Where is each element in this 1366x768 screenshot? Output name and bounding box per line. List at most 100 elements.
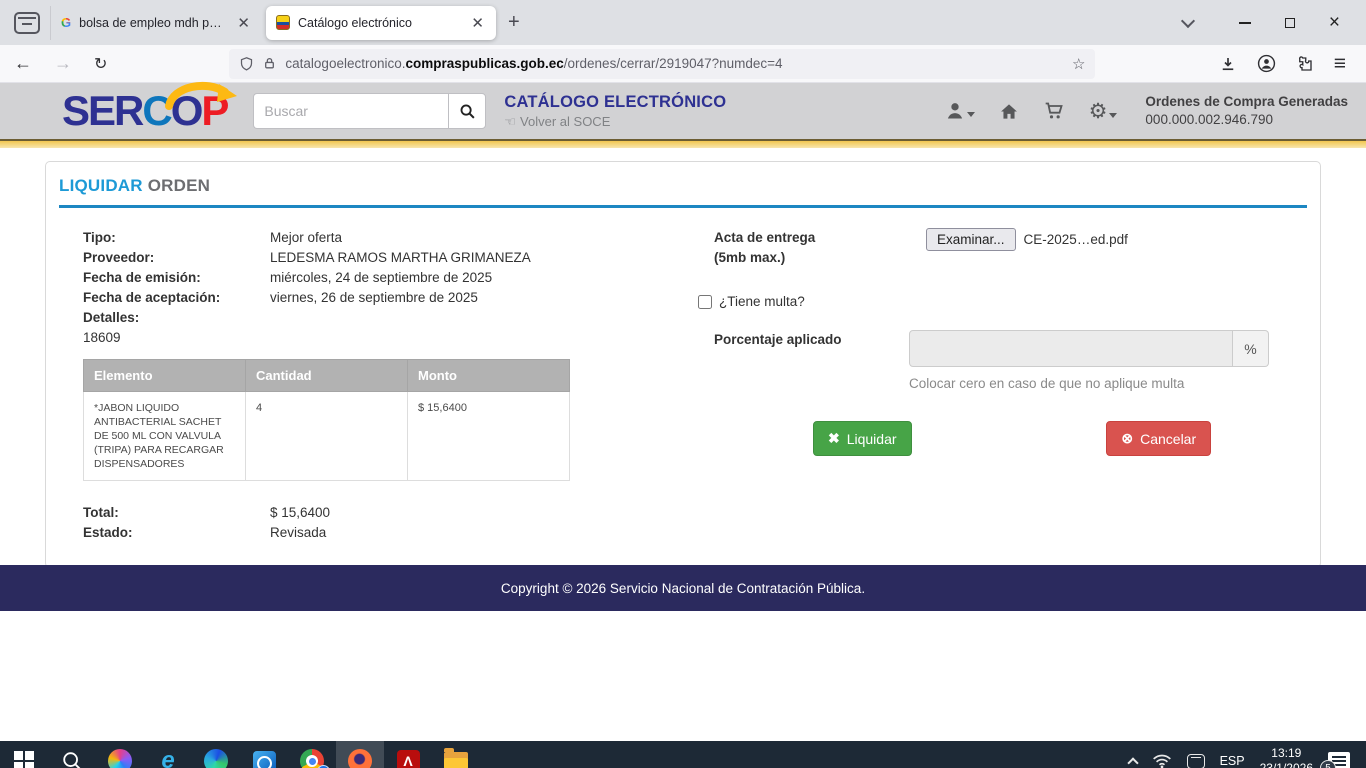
- site-title: CATÁLOGO ELECTRÓNICO: [504, 93, 726, 112]
- porcentaje-label: Porcentaje aplicado: [714, 330, 909, 350]
- language-indicator[interactable]: ESP: [1220, 754, 1245, 768]
- search-icon: [459, 103, 476, 120]
- edge-button[interactable]: [192, 741, 240, 768]
- notification-center-icon[interactable]: 5: [1328, 752, 1350, 768]
- action-buttons: ✖ Liquidar ⊗ Cancelar: [714, 421, 1307, 456]
- cart-icon[interactable]: [1043, 101, 1065, 121]
- tab-title: bolsa de empleo mdh postular: [79, 16, 227, 30]
- tab-close-icon[interactable]: ✕: [235, 14, 252, 32]
- windows-taskbar: e Λ ESP 13:19 23/1/2026 5: [0, 741, 1366, 768]
- shield-icon[interactable]: [239, 56, 254, 72]
- address-bar[interactable]: catalogoelectronico.compraspublicas.gob.…: [229, 49, 1095, 79]
- toolbar-right-icons: ≡: [1219, 52, 1352, 76]
- settings-menu[interactable]: ⚙: [1089, 101, 1118, 122]
- minimize-button[interactable]: [1239, 22, 1251, 24]
- account-icon[interactable]: [1257, 54, 1276, 73]
- field-value: miércoles, 24 de septiembre de 2025: [270, 268, 679, 288]
- system-tray: ESP 13:19 23/1/2026 5: [1129, 741, 1366, 768]
- browser-tab-bar: G bolsa de empleo mdh postular ✕ Catálog…: [0, 0, 1366, 45]
- orders-counter: Ordenes de Compra Generadas 000.000.002.…: [1145, 93, 1348, 129]
- back-icon[interactable]: ←: [14, 53, 32, 74]
- user-icon: [945, 101, 965, 121]
- porcentaje-helper-text: Colocar cero en caso de que no aplique m…: [909, 376, 1307, 391]
- logo-swoosh-icon: [163, 78, 241, 112]
- field-label: Tipo:: [83, 228, 270, 248]
- acrobat-button[interactable]: Λ: [384, 741, 432, 768]
- page-bottom-whitespace: [0, 611, 1366, 741]
- page-content: LIQUIDAR ORDEN Tipo: Mejor oferta Provee…: [0, 161, 1366, 565]
- bookmark-star-icon[interactable]: ☆: [1072, 55, 1085, 73]
- cell-monto: $ 15,6400: [408, 392, 570, 481]
- restore-button[interactable]: [1285, 18, 1295, 28]
- internet-explorer-button[interactable]: e: [144, 741, 192, 768]
- firefox-button[interactable]: [336, 741, 384, 768]
- file-explorer-button[interactable]: [432, 741, 480, 768]
- field-label: Detalles:: [83, 308, 270, 328]
- sercop-header: SERCOP CATÁLOGO ELECTRÓNICO ☜ Volver al …: [0, 83, 1366, 139]
- percent-addon: %: [1233, 330, 1269, 367]
- table-row: *JABON LIQUIDO ANTIBACTERIAL SACHET DE 5…: [84, 392, 570, 481]
- user-menu[interactable]: [945, 101, 975, 121]
- tab-list-chevron-icon[interactable]: [1181, 13, 1195, 27]
- google-favicon: G: [61, 15, 71, 30]
- site-title-block: CATÁLOGO ELECTRÓNICO ☜ Volver al SOCE: [504, 93, 726, 130]
- taskbar-search-button[interactable]: [48, 741, 96, 768]
- hand-back-icon: ☜: [504, 114, 516, 130]
- notification-badge: 5: [1320, 760, 1336, 768]
- folder-icon: [444, 752, 468, 768]
- detalles-number: 18609: [83, 328, 679, 348]
- edge-icon: [204, 749, 228, 768]
- field-value: viernes, 26 de septiembre de 2025: [270, 288, 679, 308]
- estado-value: Revisada: [270, 523, 679, 543]
- tab-close-icon[interactable]: ✕: [469, 14, 486, 32]
- firefox-view-icon[interactable]: [14, 12, 40, 34]
- field-value: [270, 308, 679, 328]
- porcentaje-row: Porcentaje aplicado % Colocar cero en ca…: [714, 330, 1307, 391]
- porcentaje-input[interactable]: [909, 330, 1233, 367]
- orders-number: 000.000.002.946.790: [1145, 111, 1348, 129]
- outlook-button[interactable]: [240, 741, 288, 768]
- cancelar-button[interactable]: ⊗ Cancelar: [1106, 421, 1211, 456]
- new-tab-button[interactable]: +: [508, 11, 520, 34]
- acta-label: Acta de entrega (5mb max.): [714, 228, 909, 268]
- examinar-button[interactable]: Examinar...: [926, 228, 1016, 251]
- date: 23/1/2026: [1260, 761, 1313, 768]
- wifi-icon[interactable]: [1152, 753, 1172, 768]
- liquidar-button[interactable]: ✖ Liquidar: [813, 421, 912, 456]
- start-button[interactable]: [0, 741, 48, 768]
- windows-logo-icon: [14, 751, 34, 768]
- volver-al-soce-link[interactable]: ☜ Volver al SOCE: [504, 114, 726, 130]
- reload-icon[interactable]: ↻: [94, 54, 107, 74]
- tab-bolsa-empleo[interactable]: G bolsa de empleo mdh postular ✕: [50, 6, 262, 40]
- lock-icon[interactable]: [263, 56, 276, 71]
- extensions-puzzle-icon[interactable]: [1296, 55, 1314, 73]
- site-footer: Copyright © 2026 Servicio Nacional de Co…: [0, 565, 1366, 611]
- taskbar-clock[interactable]: 13:19 23/1/2026: [1260, 746, 1313, 768]
- estado-label: Estado:: [83, 523, 270, 543]
- tray-expand-chevron-icon[interactable]: [1127, 757, 1138, 768]
- tab-catalogo-electronico[interactable]: Catálogo electrónico ✕: [266, 6, 496, 40]
- total-label: Total:: [83, 503, 270, 523]
- total-value: $ 15,6400: [270, 503, 679, 523]
- header-nav-icons: ⚙: [945, 101, 1118, 122]
- chrome-button[interactable]: [288, 741, 336, 768]
- search-input[interactable]: [253, 93, 448, 129]
- col-header-monto: Monto: [408, 360, 570, 392]
- home-icon[interactable]: [999, 102, 1019, 121]
- close-button[interactable]: ×: [1329, 13, 1340, 32]
- url-text[interactable]: catalogoelectronico.compraspublicas.gob.…: [285, 56, 1063, 71]
- search-button[interactable]: [448, 93, 486, 129]
- tray-app-icon[interactable]: [1187, 754, 1205, 768]
- circled-x-icon: ⊗: [1121, 430, 1133, 447]
- copilot-button[interactable]: [96, 741, 144, 768]
- forward-icon: →: [54, 53, 72, 74]
- order-fields: Tipo: Mejor oferta Proveedor: LEDESMA RA…: [83, 228, 679, 328]
- downloads-icon[interactable]: [1219, 55, 1237, 73]
- multa-checkbox[interactable]: [698, 295, 712, 309]
- menu-icon[interactable]: ≡: [1334, 52, 1346, 76]
- catalog-search: [253, 93, 486, 129]
- acrobat-icon: Λ: [397, 750, 420, 768]
- sercop-logo[interactable]: SERCOP: [62, 90, 227, 132]
- liquidar-form-column: Acta de entrega (5mb max.) Examinar... C…: [679, 228, 1307, 543]
- col-header-cantidad: Cantidad: [246, 360, 408, 392]
